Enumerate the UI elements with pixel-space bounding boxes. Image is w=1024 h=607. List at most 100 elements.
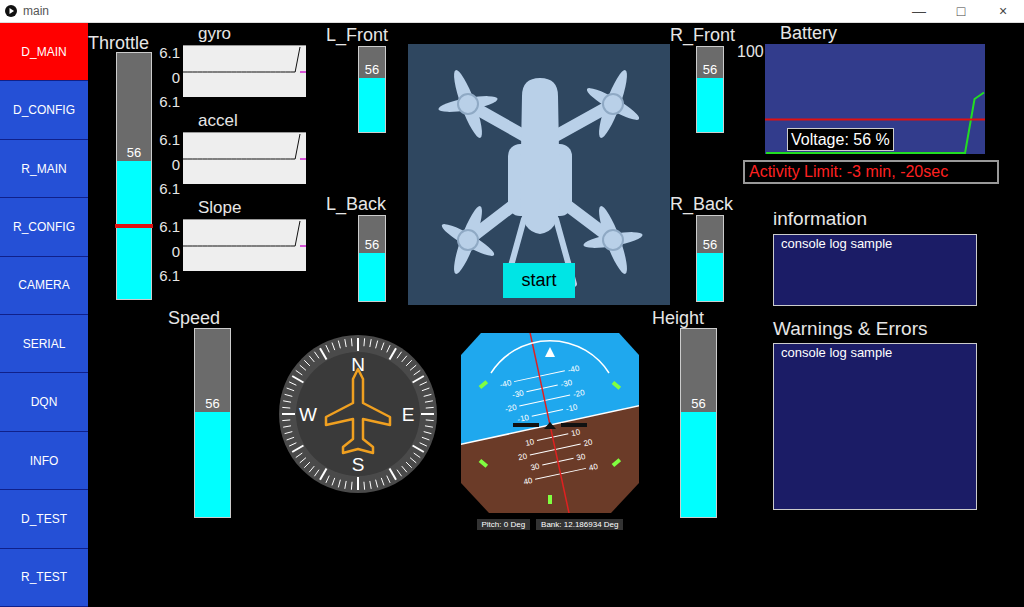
svg-text:20: 20 bbox=[583, 437, 594, 448]
svg-text:N: N bbox=[351, 354, 365, 375]
bar-fill bbox=[697, 78, 723, 132]
svg-text:10: 10 bbox=[570, 427, 581, 438]
bar-value: 56 bbox=[359, 237, 385, 252]
svg-text:10: 10 bbox=[525, 437, 536, 448]
bar-value: 56 bbox=[697, 62, 723, 77]
sidebar-item[interactable]: INFO bbox=[0, 432, 88, 490]
sidebar-item[interactable]: SERIAL bbox=[0, 315, 88, 373]
chart-plot bbox=[183, 220, 306, 272]
svg-text:E: E bbox=[402, 404, 415, 425]
svg-text:30: 30 bbox=[530, 462, 541, 473]
chart-tick: 0 bbox=[172, 244, 180, 260]
motor-gauge: L_Front 56 bbox=[326, 25, 390, 133]
svg-text:-40: -40 bbox=[499, 378, 513, 389]
svg-text:-30: -30 bbox=[560, 378, 574, 389]
bar-value: 56 bbox=[359, 62, 385, 77]
svg-text:-20: -20 bbox=[504, 403, 518, 414]
sidebar-item[interactable]: CAMERA bbox=[0, 257, 88, 315]
chart-box bbox=[183, 132, 306, 184]
sidebar-item[interactable]: R_TEST bbox=[0, 549, 88, 607]
motor-bar: 56 bbox=[358, 46, 386, 133]
window-title: main bbox=[23, 2, 49, 20]
setpoint-line[interactable] bbox=[115, 224, 153, 228]
svg-text:-30: -30 bbox=[511, 388, 525, 399]
log-box[interactable]: console log sample bbox=[773, 234, 977, 306]
sidebar-item[interactable]: D_CONFIG bbox=[0, 81, 88, 139]
height-bar: 56 bbox=[680, 328, 717, 518]
bar-fill bbox=[681, 412, 716, 517]
drone-panel: start bbox=[408, 44, 670, 305]
chart-label: accel bbox=[155, 110, 306, 132]
motor-gauge: L_Back56 bbox=[326, 194, 390, 302]
title-bar: main —□× bbox=[0, 0, 1024, 23]
bar-fill bbox=[195, 412, 230, 517]
throttle-label: Throttle bbox=[88, 34, 155, 52]
bar-fill bbox=[359, 253, 385, 301]
motor-bar: 56 bbox=[696, 215, 724, 302]
chart-tick: 6.1 bbox=[159, 181, 180, 197]
sidebar-item[interactable]: R_CONFIG bbox=[0, 198, 88, 256]
speed-bar: 56 bbox=[194, 328, 231, 518]
bar-fill bbox=[697, 253, 723, 301]
log-line: console log sample bbox=[781, 236, 969, 251]
sidebar-item[interactable]: DQN bbox=[0, 373, 88, 431]
bar-fill bbox=[359, 78, 385, 132]
log-panel: information console log sample bbox=[737, 208, 1024, 306]
throttle-gauge: Throttle 56 bbox=[88, 34, 155, 300]
app-window: main —□× D_MAIND_CONFIGR_MAINR_CONFIGCAMER… bbox=[0, 0, 1024, 607]
sensor-charts: gyro6.106.1accel6.106.1Slope6.106.1 bbox=[155, 23, 306, 284]
chart-tick: 6.1 bbox=[159, 94, 180, 110]
activity-limit: Activity Limit: -3 min, -20sec bbox=[743, 160, 999, 184]
battery-label: Battery bbox=[737, 23, 1024, 43]
height-gauge: Height56 bbox=[652, 308, 718, 518]
chart-tick: 6.1 bbox=[159, 45, 180, 61]
bar-value: 56 bbox=[117, 145, 151, 160]
battery-max: 100 bbox=[737, 44, 765, 154]
chart-tick: 6.1 bbox=[159, 268, 180, 284]
window-control[interactable]: □ bbox=[940, 1, 982, 21]
bar-fill bbox=[117, 161, 151, 299]
airplane-icon bbox=[326, 369, 390, 453]
svg-text:W: W bbox=[299, 404, 317, 425]
chart-tick: 6.1 bbox=[159, 219, 180, 235]
motor-gauge: R_Back 56 bbox=[670, 194, 735, 302]
chart-tick: 6.1 bbox=[159, 132, 180, 148]
motor-bar: 56 bbox=[358, 215, 386, 302]
log-title: information bbox=[737, 208, 1024, 230]
svg-text:S: S bbox=[352, 454, 365, 475]
sidebar-item[interactable]: R_MAIN bbox=[0, 140, 88, 198]
motor-bar: 56 bbox=[696, 46, 724, 133]
svg-text:20: 20 bbox=[517, 452, 528, 463]
attitude-indicator: -40-40-30-30-20-20-10-101010202030304040 bbox=[461, 333, 639, 513]
bar-value: 56 bbox=[697, 237, 723, 252]
chart-ticks: 6.1 0 6.1 bbox=[155, 219, 183, 284]
motor-gauge: R_Front56 bbox=[670, 25, 735, 133]
chart-box bbox=[183, 45, 306, 97]
window-control[interactable]: × bbox=[982, 1, 1024, 21]
chart-box bbox=[183, 219, 306, 271]
throttle-bar: 56 bbox=[116, 52, 152, 300]
motor-label: L_Front bbox=[326, 25, 390, 45]
height-label: Height bbox=[652, 308, 718, 328]
sidebar-item[interactable]: D_MAIN bbox=[0, 23, 88, 81]
sidebar-item[interactable]: D_TEST bbox=[0, 490, 88, 548]
chart-plot bbox=[183, 133, 306, 185]
log-box[interactable]: console log sample bbox=[773, 343, 977, 510]
svg-text:-40: -40 bbox=[567, 364, 581, 375]
chart-tick: 0 bbox=[172, 70, 180, 86]
start-button[interactable]: start bbox=[503, 263, 575, 298]
sensor-chart: gyro6.106.1 bbox=[155, 23, 306, 110]
battery-chart: Voltage: 56 % bbox=[765, 44, 985, 154]
speed-gauge: Speed56 bbox=[168, 308, 232, 518]
svg-text:30: 30 bbox=[576, 452, 587, 463]
chart-label: gyro bbox=[155, 23, 306, 45]
speed-label: Speed bbox=[168, 308, 232, 328]
svg-text:-20: -20 bbox=[572, 388, 586, 399]
attitude-reading: Pitch: 0 Deg bbox=[477, 519, 531, 530]
sensor-chart: Slope6.106.1 bbox=[155, 197, 306, 284]
chart-tick: 0 bbox=[172, 157, 180, 173]
svg-text:40: 40 bbox=[588, 462, 599, 473]
window-control[interactable]: — bbox=[898, 1, 940, 21]
motor-label: R_Back bbox=[670, 194, 735, 214]
sensor-chart: accel6.106.1 bbox=[155, 110, 306, 197]
